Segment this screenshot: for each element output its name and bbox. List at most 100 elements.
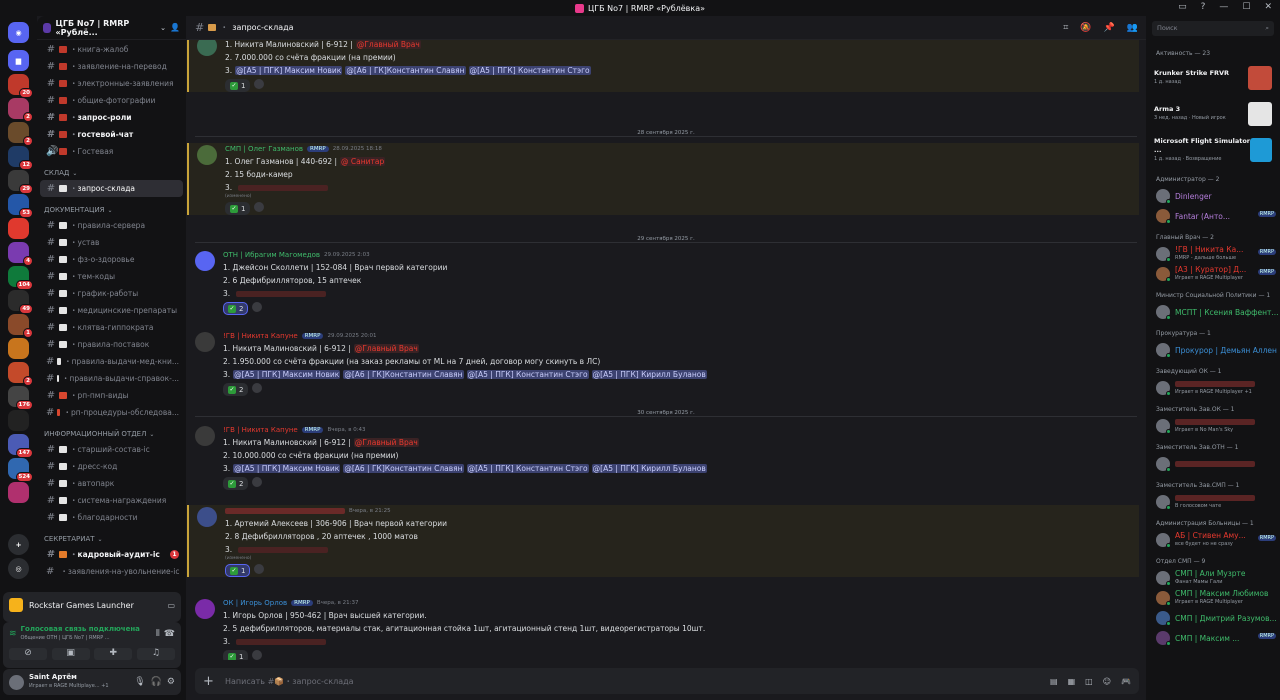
channel-item[interactable]: # ・ запрос-склада [40, 180, 183, 197]
server-icon-7[interactable] [8, 218, 29, 239]
channel-item[interactable]: # ・ заявление-на-перевод [40, 58, 183, 75]
member-item[interactable]: [A3 | Куратор] Д... Играет в RAGE Multipl… [1146, 264, 1280, 284]
server-icon-9[interactable]: 104 [8, 266, 33, 290]
reaction-button[interactable]: ✓ 1 [225, 202, 251, 215]
message-author[interactable]: СМП | Олег Газманов [225, 145, 303, 153]
discover-button[interactable]: ◎ [8, 558, 29, 579]
user-mention[interactable]: @[A5 | ПГК] Константин Стэго [466, 464, 589, 473]
member-item[interactable]: СМП | Дмитрий Разумов... [1146, 608, 1280, 628]
server-icon-12[interactable] [8, 338, 29, 359]
server-icon-2[interactable]: 2 [8, 98, 33, 122]
message-author[interactable]: ОТН | Ибрагим Магомедов [223, 251, 320, 259]
member-item[interactable]: В голосовом чате [1146, 492, 1280, 512]
user-mention[interactable]: @[A5 | ПГК] Максим Новик [233, 464, 341, 473]
avatar[interactable] [195, 251, 215, 271]
message-author[interactable]: ОК | Игорь Орлов [223, 599, 287, 607]
activity-card[interactable]: Arma 3 3 нед. назад · Новый игрок [1146, 96, 1280, 132]
reaction-button[interactable]: ✓ 1 [223, 650, 249, 660]
channel-item[interactable]: # ・ устав [40, 234, 183, 251]
add-reaction-icon[interactable] [252, 302, 263, 312]
server-icon-3[interactable]: 2 [8, 122, 33, 146]
member-item[interactable]: Прокурор | Демьян Аллен [1146, 340, 1280, 360]
pin-icon[interactable]: 📌 [1104, 23, 1115, 33]
avatar[interactable] [195, 426, 215, 446]
channel-item[interactable]: # ・ правила-поставок [40, 336, 183, 353]
channel-item[interactable]: # ・ график-работы [40, 285, 183, 302]
notification-bell-icon[interactable]: 🔕 [1080, 23, 1091, 33]
channel-item[interactable]: # ・ заявления-на-увольнение-ic [40, 563, 183, 580]
channel-item[interactable]: # ・ дресс-код [40, 458, 183, 475]
avatar[interactable] [197, 145, 217, 165]
role-mention[interactable]: @ Санитар [340, 157, 386, 166]
reaction-button[interactable]: ✓ 1 [225, 564, 251, 577]
channel-item[interactable]: # ・ фз-о-здоровье [40, 251, 183, 268]
message[interactable]: ОК | Игорь Орлов RMRP Вчера, в 21:37 1. Иго… [187, 597, 1139, 660]
role-mention[interactable]: @Главный Врач [353, 438, 419, 447]
message[interactable]: Вчера, в 21:25 1. Артемий Алексеев | 306-… [187, 505, 1139, 577]
mic-icon[interactable]: 🎙 [134, 677, 145, 687]
user-mention[interactable]: @[A6 | ГК]Константин Славян [343, 370, 464, 379]
channel-item[interactable]: # ・ рп-пмп-виды [40, 387, 183, 404]
server-icon-11[interactable]: 1 [8, 314, 33, 338]
sticker-icon[interactable]: ◫ [1085, 677, 1093, 686]
maximize-icon[interactable]: ☐ [1242, 2, 1250, 12]
message[interactable]: !ГВ | Никита Капуне RMRP 29.09.2025 20:01 1… [187, 330, 1139, 396]
activity-card[interactable]: Microsoft Flight Simulator ... 1 д. назад… [1146, 132, 1280, 168]
member-item[interactable]: СМП | Максим Любимов Играет в RAGE Multip… [1146, 588, 1280, 608]
message-input[interactable]: + Написать #📦・запрос-склада ▤ ▦ ◫ ☺ 🎮 [195, 668, 1139, 694]
channel-category[interactable]: СЕКРЕТАРИАТ ⌄ [37, 526, 186, 546]
channel-item[interactable]: # ・ клятва-гиппократа [40, 319, 183, 336]
channel-item[interactable]: # ・ благодарности [40, 509, 183, 526]
channel-item[interactable]: 🔊 ・ Гостевая [40, 143, 183, 160]
channel-category[interactable]: Документация ⌄ [37, 197, 186, 217]
avatar[interactable] [9, 674, 24, 690]
avatar[interactable] [195, 332, 215, 352]
add-server-button[interactable]: + [8, 534, 29, 555]
user-mention[interactable]: @[A5 | ПГК] Кирилл Буланов [591, 370, 707, 379]
message[interactable]: !ГВ | Никита Капуне RMRP Вчера, в 0:43 1. Н… [187, 424, 1139, 490]
add-reaction-icon[interactable] [252, 477, 263, 487]
add-member-icon[interactable]: 👤 [170, 23, 180, 32]
channel-item[interactable]: # ・ общие-фотографии [40, 92, 183, 109]
screen-share-icon[interactable]: ▭ [167, 601, 175, 610]
inbox-icon[interactable]: ▭ [1178, 2, 1187, 12]
channel-item[interactable]: # ・ запрос-роли [40, 109, 183, 126]
server-icon-15[interactable] [8, 410, 29, 431]
channel-item[interactable]: # ・ рп-процедуры-обследова... [40, 404, 183, 421]
server-icon-14[interactable]: 176 [8, 386, 33, 410]
soundboard-button[interactable]: ♫ [136, 648, 175, 660]
close-icon[interactable]: ✕ [1264, 2, 1272, 12]
message[interactable]: ОТН | Ибрагим Магомедов 29.09.2025 2:03 1.… [187, 249, 1139, 315]
reaction-button[interactable]: ✓ 1 [225, 79, 251, 92]
channel-item[interactable]: # ・ электронные-заявления [40, 75, 183, 92]
member-item[interactable]: Играет в No Man's Sky [1146, 416, 1280, 436]
reaction-button[interactable]: ✓ 2 [223, 477, 249, 490]
add-reaction-icon[interactable] [252, 650, 263, 660]
member-item[interactable] [1146, 454, 1280, 474]
message[interactable]: 1. Никита Малиновский | 6-912 | @Главный … [187, 40, 1139, 92]
avatar[interactable] [197, 40, 217, 56]
channel-item[interactable]: # ・ кадровый-аудит-ic 1 [40, 546, 183, 563]
server-icon-16[interactable]: 147 [8, 434, 33, 458]
reaction-button[interactable]: ✓ 2 [223, 302, 249, 315]
member-item[interactable]: АБ | Стивен Аму... все будет но не сразу R… [1146, 530, 1280, 550]
member-item[interactable]: СМП | Али Музрте Фанат Мамы Гали [1146, 568, 1280, 588]
add-reaction-icon[interactable] [254, 564, 265, 574]
role-mention[interactable]: @Главный Врач [353, 344, 419, 353]
channel-item[interactable]: # ・ медицинские-препараты [40, 302, 183, 319]
message-author[interactable] [225, 508, 345, 514]
threads-icon[interactable]: ⌗ [1063, 23, 1068, 33]
gift-icon[interactable]: ▤ [1050, 677, 1058, 686]
role-mention[interactable]: @Главный Врач [355, 40, 421, 49]
channel-item[interactable]: # ・ тем-коды [40, 268, 183, 285]
server-icon-5[interactable]: 29 [8, 170, 33, 194]
member-item[interactable]: МСПТ | Ксения Ваффент... [1146, 302, 1280, 322]
channel-item[interactable]: # ・ правила-выдачи-справок-... [40, 370, 183, 387]
avatar[interactable] [197, 507, 217, 527]
help-icon[interactable]: ? [1201, 2, 1206, 12]
user-mention[interactable]: @[A5 | ПГК] Максим Новик [233, 370, 341, 379]
camera-button[interactable]: ⊘ [9, 648, 47, 660]
noise-suppression-icon[interactable]: ⦀ [156, 629, 160, 639]
user-mention[interactable]: @[A5 | ПГК] Кирилл Буланов [591, 464, 707, 473]
channel-category[interactable]: Информационный отдел ⌄ [37, 421, 186, 441]
